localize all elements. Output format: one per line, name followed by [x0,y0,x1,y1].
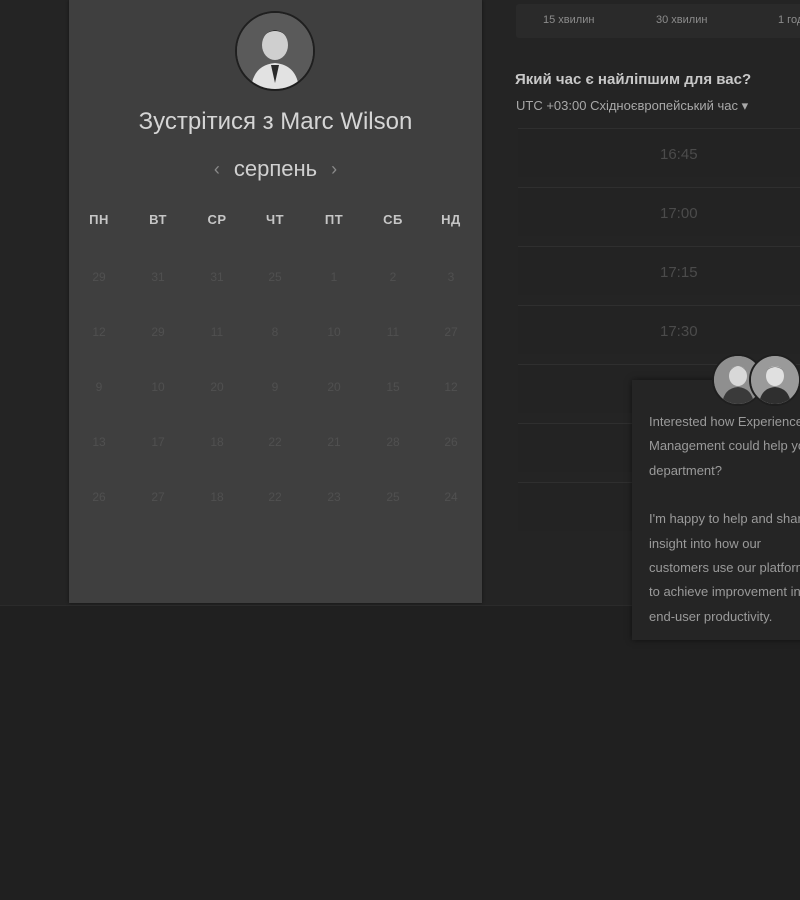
time-slot[interactable]: 17:00 [518,187,800,236]
chat-paragraph: I'm happy to help and share insight into… [649,511,800,624]
calendar-day: 1 [330,270,338,284]
calendar-day: 10 [151,380,165,394]
calendar-day: 20 [327,380,341,394]
timezone-dropdown[interactable]: UTC +03:00 Східноєвропейський час ▾ [516,98,748,114]
calendar-day: 8 [271,325,279,339]
calendar-day: 25 [386,490,400,504]
calendar-day: 9 [271,380,279,394]
calendar-day: 27 [151,490,165,504]
calendar-day: 25 [268,270,282,284]
calendar-day: 13 [92,435,106,449]
calendar-panel: Зустрітися з Marc Wilson ‹ серпень › ПН … [69,0,482,603]
weekday-label: ВТ [149,212,167,227]
calendar-day: 12 [92,325,106,339]
time-slot-label: 16:45 [660,146,698,163]
calendar-day: 20 [210,380,224,394]
duration-selector: 15 хвилин 30 хвилин 1 год [516,4,800,38]
calendar-day: 11 [210,325,224,339]
weekday-label: ЧТ [265,212,285,227]
time-slot[interactable]: 17:15 [518,246,800,295]
calendar-grid: 29 31 31 25 1 2 3 12 29 11 8 10 11 27 9 … [69,265,482,525]
calendar-day: 29 [92,270,106,284]
chat-popup[interactable]: Interested how Experience Management cou… [632,354,800,640]
calendar-day: 21 [327,435,341,449]
month-label: серпень [233,156,318,181]
calendar-day: 17 [151,435,165,449]
time-slot-label: 17:30 [660,323,698,340]
calendar-day: 23 [327,490,341,504]
chat-message: Interested how Experience Management cou… [649,410,800,653]
duration-option-15[interactable]: 15 хвилин [543,14,594,26]
calendar-day: 28 [386,435,400,449]
agent-avatar [749,354,800,406]
duration-option-60[interactable]: 1 год [778,14,800,26]
chevron-left-icon[interactable]: ‹ [214,160,220,178]
time-slot[interactable]: 16:45 [518,128,800,177]
calendar-day: 27 [444,325,458,339]
calendar-day: 10 [327,325,341,339]
calendar-day: 15 [386,380,400,394]
calendar-day: 22 [268,490,282,504]
weekday-label: ПН [89,212,109,227]
page-title: Зустрітися з Marc Wilson [138,108,413,135]
weekday-label: СБ [383,212,403,227]
weekday-label: СР [207,212,227,227]
calendar-day: 31 [151,270,165,284]
caret-down-icon: ▾ [741,98,749,113]
calendar-day: 31 [210,270,224,284]
calendar-day: 2 [389,270,397,284]
time-question-heading: Який час є найліпшим для вас? [515,71,752,88]
calendar-day: 18 [210,435,224,449]
duration-option-30[interactable]: 30 хвилин [656,14,707,26]
calendar-day: 12 [444,380,458,394]
weekday-label: ПТ [324,212,344,227]
month-navigation: ‹ серпень › [69,155,482,183]
calendar-day: 22 [268,435,282,449]
calendar-day: 26 [92,490,106,504]
host-avatar [235,11,315,91]
chevron-right-icon[interactable]: › [331,160,337,178]
calendar-day: 24 [444,490,458,504]
timezone-label: UTC +03:00 Східноєвропейський час [516,98,738,113]
calendar-day: 9 [95,380,103,394]
calendar-day: 11 [386,325,400,339]
calendar-day: 3 [447,270,455,284]
time-slot[interactable]: 17:30 [518,305,800,354]
chat-paragraph: Interested how Experience Management cou… [649,414,800,478]
calendar-day: 18 [210,490,224,504]
weekday-label: НД [441,212,461,227]
time-slot-label: 17:00 [660,205,698,222]
calendar-day: 29 [151,325,165,339]
calendar-day: 26 [444,435,458,449]
weekday-header: ПН ВТ СР ЧТ ПТ СБ НД [69,212,482,236]
time-slot-label: 17:15 [660,264,698,281]
